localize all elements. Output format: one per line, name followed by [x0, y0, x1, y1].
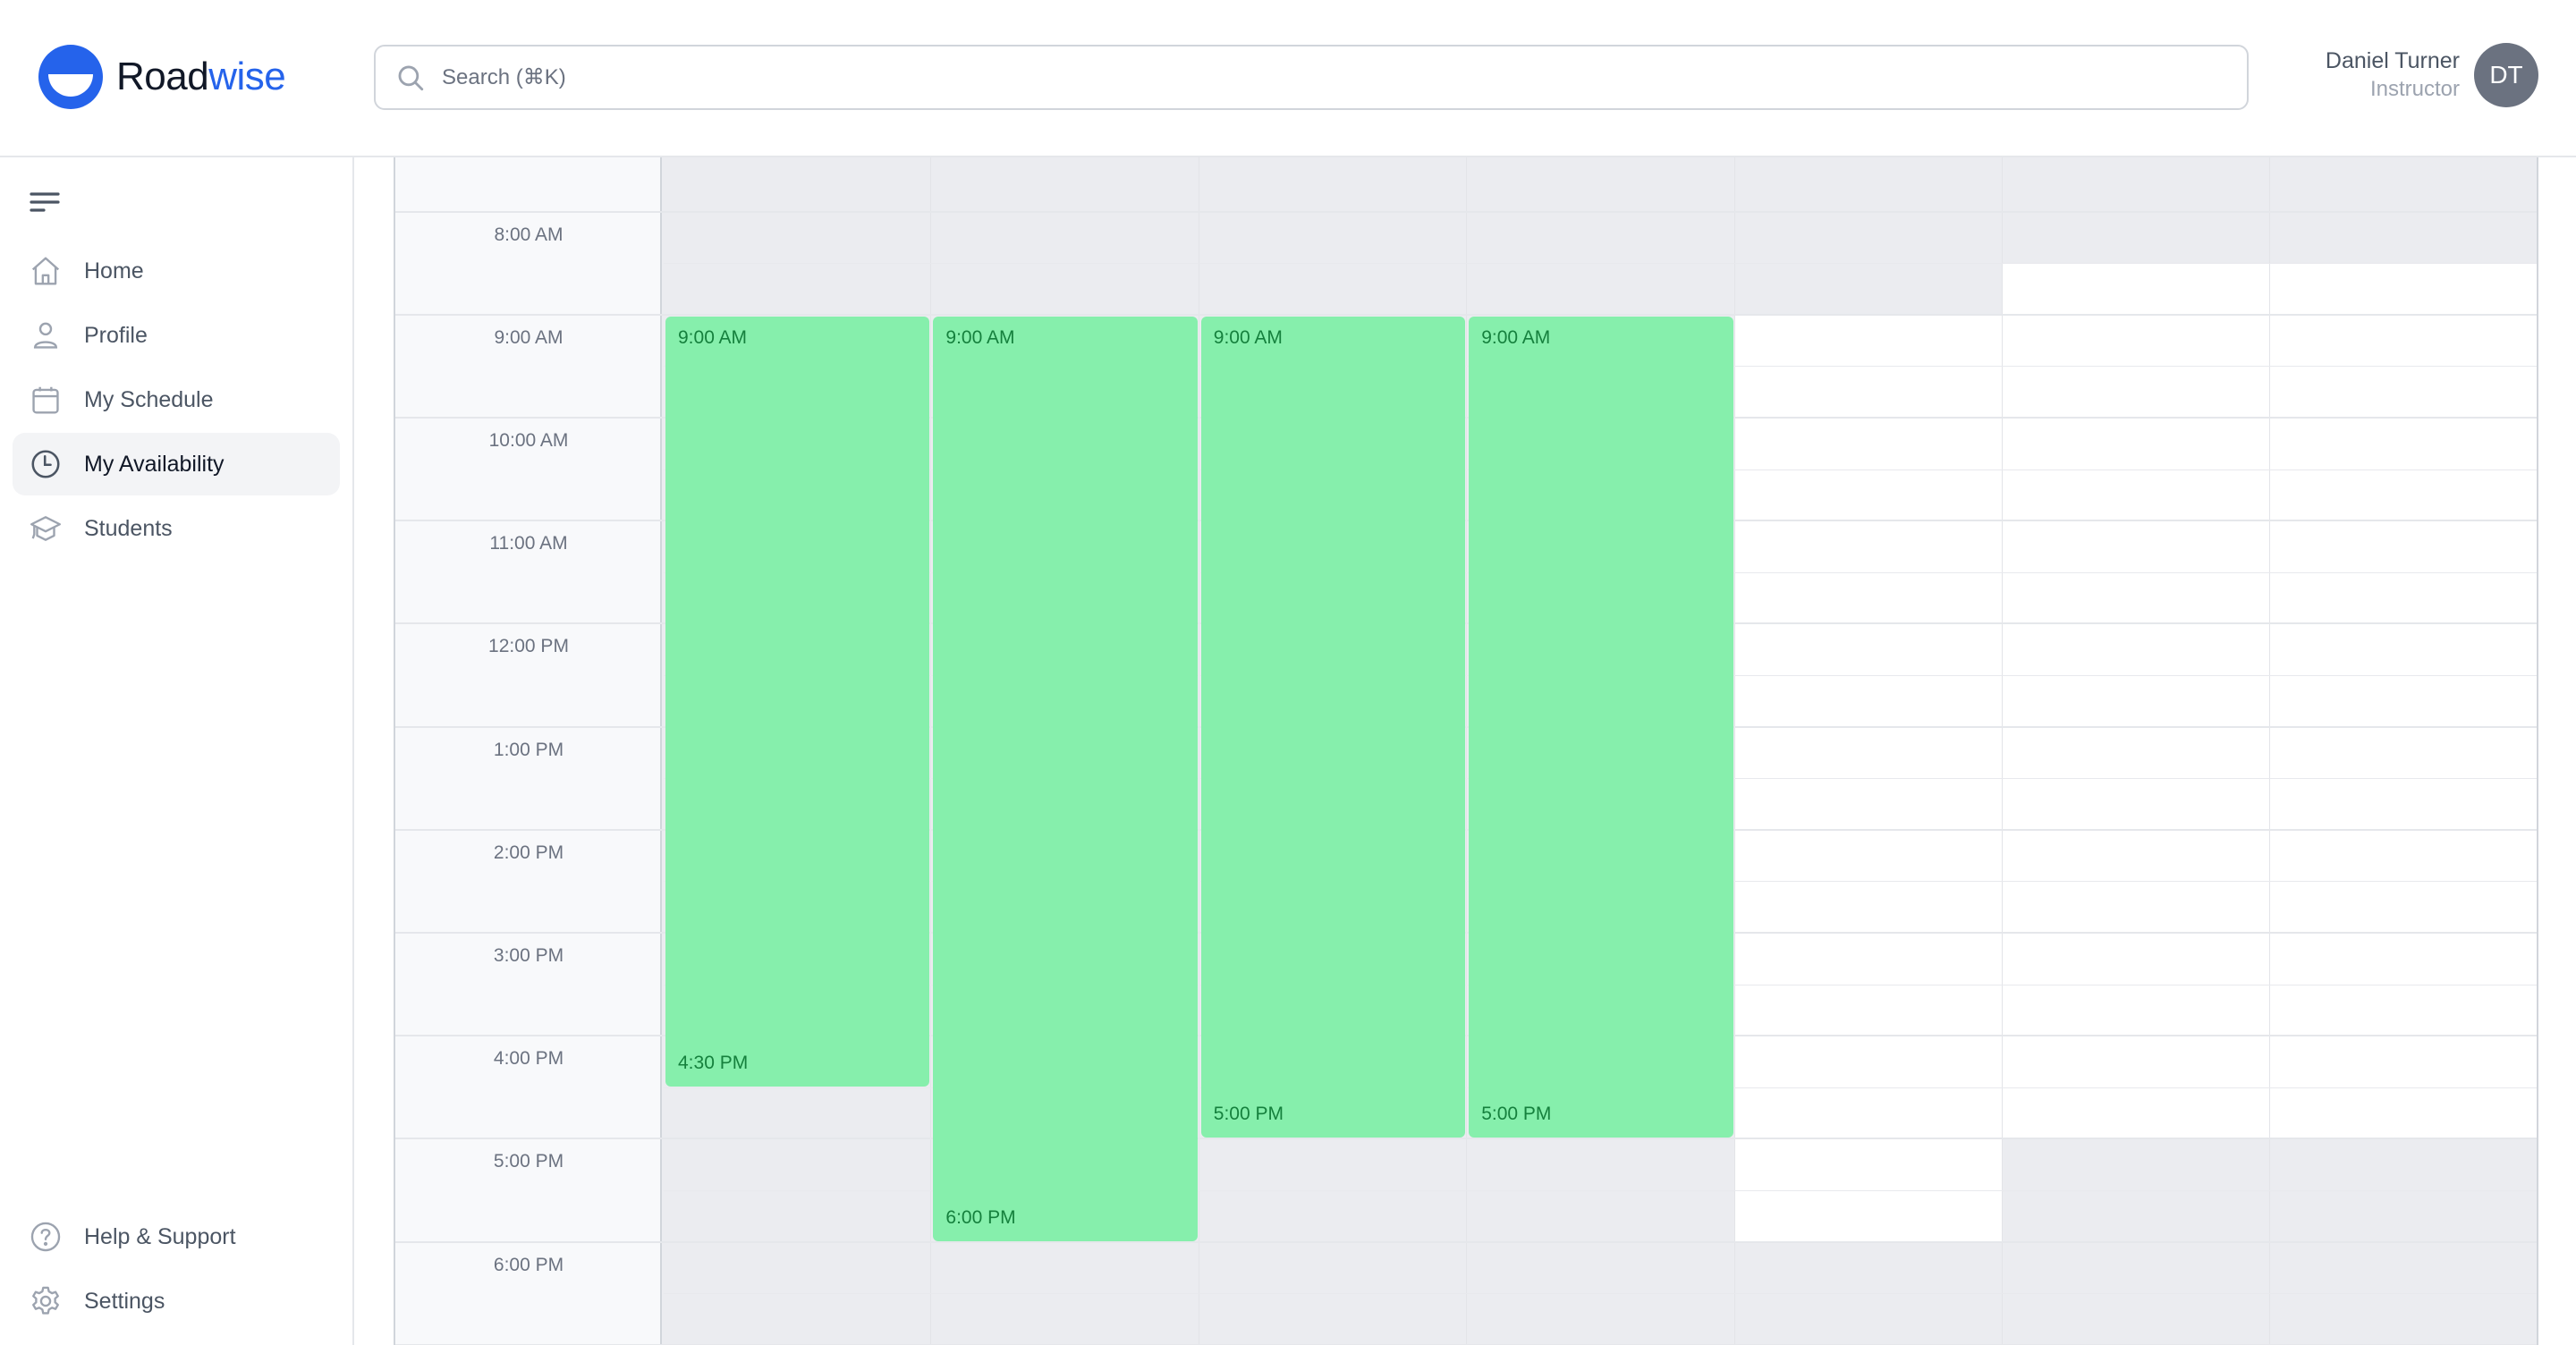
time-label: 10:00 AM: [488, 430, 569, 451]
sidebar-item-label: My Schedule: [84, 386, 214, 412]
availability-block[interactable]: 9:00 AM 5:00 PM: [1469, 316, 1733, 1138]
hour-gridline: [395, 1138, 2537, 1140]
user-role: Instructor: [2369, 77, 2460, 101]
brand-name: Roadwise: [116, 55, 286, 99]
availability-block[interactable]: 9:00 AM 5:00 PM: [1200, 316, 1466, 1138]
sidebar-item-settings[interactable]: Settings: [13, 1270, 340, 1332]
help-circle-icon: [30, 1222, 61, 1252]
user-menu[interactable]: Daniel Turner Instructor DT: [2326, 43, 2538, 107]
time-label: 5:00 PM: [493, 1151, 564, 1172]
day-column[interactable]: [2270, 157, 2537, 1345]
sidebar-item-help-support[interactable]: Help & Support: [13, 1205, 340, 1268]
block-end-time: 6:00 PM: [945, 1206, 1016, 1228]
graduation-cap-icon: [30, 516, 62, 541]
search-icon: [398, 65, 424, 90]
hour-gridline: [395, 1240, 2537, 1243]
app-window: Roadwise Daniel Turner Instructor DT: [0, 0, 2576, 1345]
block-end-time: 5:00 PM: [1481, 1104, 1552, 1125]
menu-icon[interactable]: [29, 190, 61, 216]
day-column[interactable]: [1734, 157, 2003, 1345]
block-end-time: 4:30 PM: [678, 1052, 749, 1073]
gear-icon: [32, 1286, 59, 1315]
half-hour-gridline: [664, 1293, 2537, 1295]
time-label: 4:00 PM: [493, 1048, 564, 1070]
day-column[interactable]: [2003, 157, 2271, 1345]
block-start-time: 9:00 AM: [1213, 326, 1283, 348]
available-time-range[interactable]: [2270, 263, 2537, 1139]
time-label: 2:00 PM: [493, 842, 564, 863]
availability-calendar: 8:00 AM 9:00 AM 10:00 AM 11:00 AM 12:00 PM 1:…: [394, 157, 2538, 1345]
sidebar-nav: Home Profile My Schedule My Availability: [13, 240, 340, 562]
user-info: Daniel Turner Instructor: [2326, 47, 2460, 104]
half-hour-gridline: [664, 263, 2537, 265]
avatar[interactable]: DT: [2474, 43, 2538, 107]
search-bar[interactable]: [374, 45, 2249, 110]
sidebar-item-label: Settings: [84, 1288, 165, 1314]
available-time-range[interactable]: [2003, 263, 2270, 1139]
hour-gridline: [395, 210, 2537, 213]
block-start-time: 9:00 AM: [1481, 326, 1551, 348]
sidebar-item-label: Profile: [84, 322, 148, 348]
hour-gridline: [395, 313, 2537, 316]
sidebar-item-profile[interactable]: Profile: [13, 304, 340, 367]
time-label: 12:00 PM: [488, 636, 569, 657]
time-label: 8:00 AM: [494, 224, 564, 245]
block-start-time: 9:00 AM: [678, 326, 748, 348]
user-name: Daniel Turner: [2325, 48, 2460, 73]
calendar-icon: [32, 386, 59, 414]
time-column: 8:00 AM 9:00 AM 10:00 AM 11:00 AM 12:00 PM 1:…: [395, 157, 662, 1345]
sidebar-item-home[interactable]: Home: [13, 240, 340, 302]
sidebar-item-my-availability[interactable]: My Availability: [13, 433, 340, 495]
brand-name-part1: Road: [116, 55, 209, 98]
sidebar-item-label: Home: [84, 258, 144, 283]
sidebar-item-label: Help & Support: [84, 1223, 236, 1249]
sidebar-item-label: My Availability: [84, 451, 225, 477]
time-label: 6:00 PM: [493, 1254, 564, 1275]
home-icon: [31, 257, 60, 285]
availability-block[interactable]: 9:00 AM 6:00 PM: [933, 316, 1198, 1241]
brand-logo[interactable]: Roadwise: [38, 44, 286, 110]
time-label: 9:00 AM: [494, 326, 564, 348]
time-label: 3:00 PM: [493, 945, 564, 966]
top-header: Roadwise Daniel Turner Instructor DT: [0, 0, 2576, 157]
sidebar-item-label: Students: [84, 515, 173, 541]
time-label: 1:00 PM: [493, 739, 564, 760]
sidebar: Home Profile My Schedule My Availability: [0, 157, 354, 1345]
sidebar-item-students[interactable]: Students: [13, 497, 340, 560]
clock-icon: [31, 450, 60, 478]
user-icon: [33, 322, 58, 349]
time-label: 11:00 AM: [489, 533, 568, 554]
block-end-time: 5:00 PM: [1213, 1104, 1284, 1125]
sidebar-item-my-schedule[interactable]: My Schedule: [13, 368, 340, 431]
search-input[interactable]: [442, 64, 2247, 90]
availability-block[interactable]: 9:00 AM 4:30 PM: [665, 316, 930, 1087]
brand-name-part2: wise: [208, 55, 286, 98]
logo-icon: [38, 45, 103, 109]
block-start-time: 9:00 AM: [945, 326, 1015, 348]
sidebar-bottom-nav: Help & Support Settings: [13, 1205, 340, 1334]
